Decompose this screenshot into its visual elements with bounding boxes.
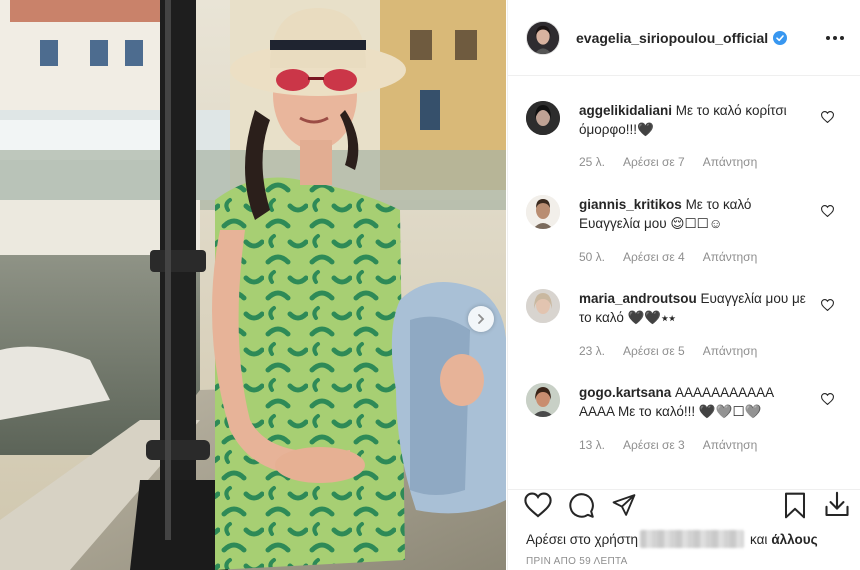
comment-like-heart-icon[interactable]	[821, 111, 834, 123]
share-send-icon[interactable]	[611, 493, 637, 518]
comments-list[interactable]: aggelikidaliani Με το καλό κορίτσι όμορφ…	[508, 77, 860, 489]
comment-body: gogo.kartsana ΑΑΑΑΑΑΑΑΑΑΑ ΑΑΑΑ Με το καλ…	[579, 383, 809, 421]
comment-meta: 13 λ. Αρέσει σε 3 Απάντηση	[579, 438, 757, 452]
comment-like-heart-icon[interactable]	[821, 393, 834, 405]
photo-woman-by-lamp-post	[0, 0, 506, 570]
post-actions-bar: Αρέσει στο χρήστη και άλλους ΠΡΙΝ ΑΠΟ 59…	[508, 489, 860, 570]
comment-likes[interactable]: Αρέσει σε 5	[623, 344, 685, 358]
comment-reply-button[interactable]: Απάντηση	[703, 250, 758, 264]
more-dot-icon	[826, 35, 830, 40]
comment-body: giannis_kritikos Με το καλό Ευαγγελία μο…	[579, 195, 809, 233]
commenter-avatar[interactable]	[526, 289, 560, 323]
post-side-panel: evagelia_siriopoulou_official aggelikida…	[507, 0, 860, 570]
comment-reply-button[interactable]: Απάντηση	[703, 155, 758, 169]
comment-meta: 25 λ. Αρέσει σε 7 Απάντηση	[579, 155, 757, 169]
comment-username[interactable]: maria_androutsou	[579, 291, 697, 306]
author-avatar[interactable]	[526, 20, 560, 55]
comment-meta: 23 λ. Αρέσει σε 5 Απάντηση	[579, 344, 757, 358]
comment-time[interactable]: 13 λ.	[579, 438, 605, 452]
comment-time[interactable]: 25 λ.	[579, 155, 605, 169]
commenter-avatar[interactable]	[526, 101, 560, 135]
post-photo[interactable]	[0, 0, 506, 570]
liked-by-suffix: και	[749, 531, 768, 547]
comment-item: maria_androutsou Ευαγγελία μου με το καλ…	[508, 289, 860, 358]
liked-by-line: Αρέσει στο χρήστη και άλλους	[526, 530, 818, 548]
liked-by-prefix: Αρέσει στο χρήστη	[526, 531, 638, 547]
commenter-avatar[interactable]	[526, 195, 560, 229]
commenter-avatar-image	[526, 195, 560, 229]
more-dot-icon	[840, 35, 844, 40]
comment-username[interactable]: aggelikidaliani	[579, 103, 672, 118]
more-dot-icon	[833, 35, 837, 40]
comment-item: aggelikidaliani Με το καλό κορίτσι όμορφ…	[508, 101, 860, 169]
liked-by-others-link[interactable]: άλλους	[771, 532, 817, 547]
author-username[interactable]: evagelia_siriopoulou_official	[576, 30, 768, 46]
comment-time[interactable]: 23 λ.	[579, 344, 605, 358]
more-options-button[interactable]	[826, 30, 844, 46]
comment-item: giannis_kritikos Με το καλό Ευαγγελία μο…	[508, 195, 860, 264]
comment-reply-button[interactable]: Απάντηση	[703, 344, 758, 358]
blurred-username[interactable]	[639, 530, 744, 548]
comment-body: aggelikidaliani Με το καλό κορίτσι όμορφ…	[579, 101, 809, 139]
comment-username[interactable]: gogo.kartsana	[579, 385, 671, 400]
comment-likes[interactable]: Αρέσει σε 7	[623, 155, 685, 169]
next-photo-button[interactable]	[468, 306, 494, 332]
like-heart-icon[interactable]	[524, 492, 552, 518]
commenter-avatar[interactable]	[526, 383, 560, 417]
comment-like-heart-icon[interactable]	[821, 299, 834, 311]
comment-meta: 50 λ. Αρέσει σε 4 Απάντηση	[579, 250, 757, 264]
post-header: evagelia_siriopoulou_official	[508, 0, 860, 76]
comment-time[interactable]: 50 λ.	[579, 250, 605, 264]
post-timestamp[interactable]: ΠΡΙΝ ΑΠΟ 59 ΛΕΠΤΑ	[526, 556, 628, 567]
chevron-right-icon	[478, 314, 485, 324]
comment-reply-button[interactable]: Απάντηση	[703, 438, 758, 452]
comment-likes[interactable]: Αρέσει σε 3	[623, 438, 685, 452]
download-icon[interactable]	[823, 490, 851, 519]
commenter-avatar-image	[526, 383, 560, 417]
author-avatar-image	[527, 21, 559, 54]
comment-item: gogo.kartsana ΑΑΑΑΑΑΑΑΑΑΑ ΑΑΑΑ Με το καλ…	[508, 383, 860, 452]
bookmark-save-icon[interactable]	[783, 492, 807, 519]
commenter-avatar-image	[526, 101, 560, 135]
comment-username[interactable]: giannis_kritikos	[579, 197, 682, 212]
comment-like-heart-icon[interactable]	[821, 205, 834, 217]
comment-likes[interactable]: Αρέσει σε 4	[623, 250, 685, 264]
comment-body: maria_androutsou Ευαγγελία μου με το καλ…	[579, 289, 809, 327]
commenter-avatar-image	[526, 289, 560, 323]
comment-bubble-icon[interactable]	[568, 492, 595, 519]
verified-badge-icon	[773, 30, 788, 45]
